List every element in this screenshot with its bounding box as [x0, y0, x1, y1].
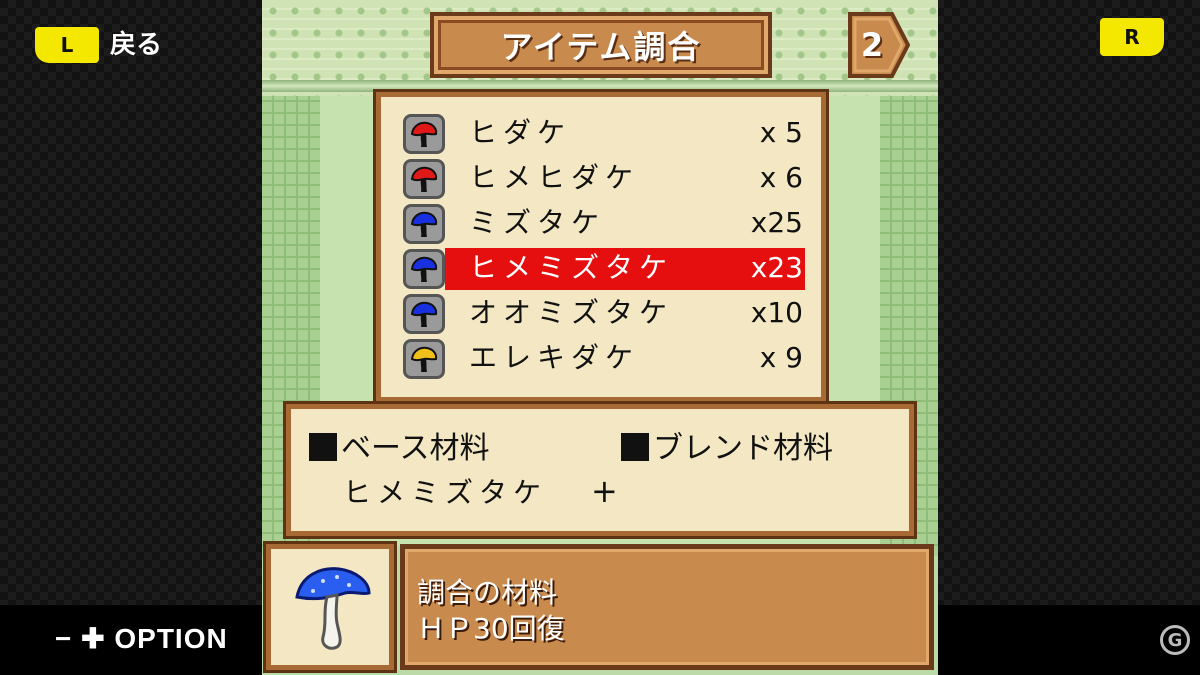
- item-row[interactable]: エレキダケ x 9: [403, 336, 813, 380]
- mushroom-icon: [403, 294, 445, 334]
- item-name: オオミズタケ: [469, 296, 674, 329]
- item-name: エレキダケ: [469, 341, 640, 374]
- item-count: x 6: [759, 161, 803, 194]
- blue-mushroom-icon: [295, 567, 371, 650]
- ornament-band: [262, 80, 938, 92]
- mushroom-icon: [403, 339, 445, 379]
- screen-frame: L 戻る R − ✚ OPTION G アイテム調合 2 ヒダケ x 5 ヒメヒダケ…: [0, 0, 1200, 675]
- item-row[interactable]: オオミズタケ x10: [403, 291, 813, 335]
- material-panel: ベース材料 ブレンド材料 ヒメミズタケ +: [286, 404, 914, 536]
- page-tab[interactable]: 2: [848, 12, 910, 78]
- blend-material-label: ブレンド材料: [621, 429, 833, 469]
- bullet-square-icon: [309, 433, 337, 461]
- item-row[interactable]: ヒダケ x 5: [403, 111, 813, 155]
- item-row[interactable]: ミズタケ x25: [403, 201, 813, 245]
- description-line-2: ＨＰ30回復: [417, 612, 565, 645]
- item-row[interactable]: ヒメミズタケ x23: [403, 246, 813, 290]
- mushroom-icon: [403, 249, 445, 289]
- mushroom-icon: [403, 159, 445, 199]
- item-count: x10: [750, 296, 803, 329]
- item-count: x 5: [759, 116, 803, 149]
- mushroom-icon: [403, 114, 445, 154]
- item-name: ヒダケ: [469, 116, 572, 149]
- screen-title: アイテム調合: [500, 28, 702, 66]
- mushroom-icon: [403, 204, 445, 244]
- description-line-1: 調合の材料: [417, 576, 558, 609]
- item-count: x25: [750, 206, 803, 239]
- game-screen: アイテム調合 2 ヒダケ x 5 ヒメヒダケ x 6 ミズタケ x25 ヒメミズタケ x23 オ…: [262, 0, 938, 675]
- site-logo-icon: G: [1160, 625, 1190, 655]
- plus-sign: +: [591, 472, 618, 510]
- item-list: ヒダケ x 5 ヒメヒダケ x 6 ミズタケ x25 ヒメミズタケ x23 オオミズタケ x10 エ…: [376, 92, 826, 402]
- l-button[interactable]: L: [35, 27, 99, 63]
- back-label[interactable]: 戻る: [110, 27, 162, 63]
- option-button[interactable]: − ✚ OPTION: [55, 622, 228, 655]
- description-panel: 調合の材料 ＨＰ30回復: [400, 544, 934, 670]
- item-name: ヒメミズタケ: [469, 251, 674, 284]
- page-number: 2: [860, 26, 884, 64]
- bullet-square-icon: [621, 433, 649, 461]
- item-row[interactable]: ヒメヒダケ x 6: [403, 156, 813, 200]
- item-name: ヒメヒダケ: [469, 161, 640, 194]
- item-name: ミズタケ: [469, 206, 606, 239]
- item-count: x 9: [759, 341, 803, 374]
- base-material-value: ヒメミズタケ: [343, 476, 548, 509]
- r-button[interactable]: R: [1100, 18, 1164, 56]
- base-material-label: ベース材料: [309, 429, 490, 469]
- title-plate: アイテム調合: [430, 12, 772, 78]
- item-preview: [266, 544, 394, 670]
- item-count: x23: [750, 251, 803, 284]
